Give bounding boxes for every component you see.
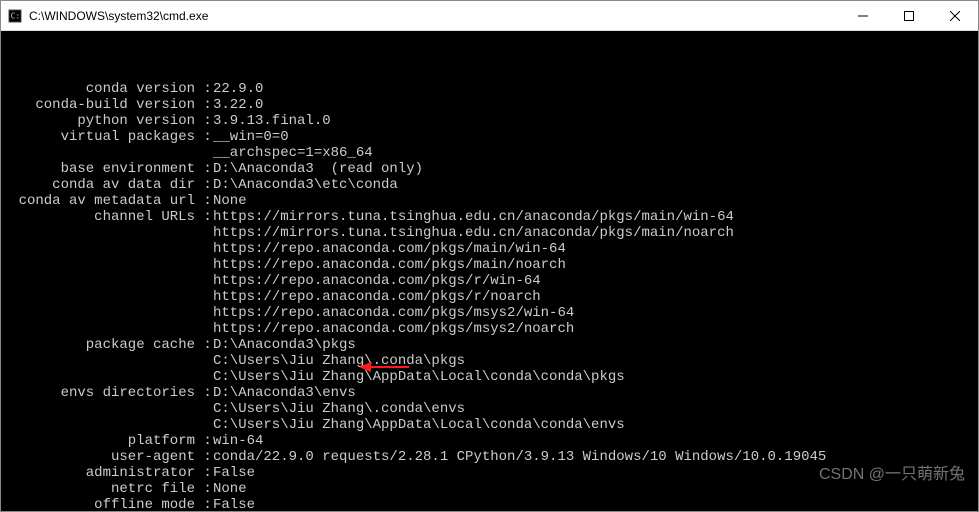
- terminal-line: https://repo.anaconda.com/pkgs/main/noar…: [5, 257, 974, 273]
- separator: :: [195, 81, 213, 97]
- info-value: conda/22.9.0 requests/2.28.1 CPython/3.9…: [213, 449, 826, 465]
- info-value: https://repo.anaconda.com/pkgs/msys2/win…: [213, 305, 574, 321]
- cmd-icon: C:: [7, 8, 23, 24]
- terminal-line: offline mode : False: [5, 497, 974, 511]
- info-label: channel URLs: [5, 209, 195, 225]
- separator: :: [195, 193, 213, 209]
- terminal-line: virtual packages : __win=0=0: [5, 129, 974, 145]
- info-value: https://repo.anaconda.com/pkgs/msys2/noa…: [213, 321, 574, 337]
- terminal-line: python version : 3.9.13.final.0: [5, 113, 974, 129]
- separator: :: [195, 209, 213, 225]
- info-value: None: [213, 481, 247, 497]
- separator: :: [195, 161, 213, 177]
- terminal-line: envs directories : D:\Anaconda3\envs: [5, 385, 974, 401]
- separator: :: [195, 337, 213, 353]
- info-value: __win=0=0: [213, 129, 289, 145]
- minimize-button[interactable]: [840, 1, 886, 30]
- terminal-line: C:\Users\Jiu Zhang\.conda\pkgs: [5, 353, 974, 369]
- terminal-line: channel URLs : https://mirrors.tuna.tsin…: [5, 209, 974, 225]
- separator: :: [195, 449, 213, 465]
- info-label: user-agent: [5, 449, 195, 465]
- info-label: offline mode: [5, 497, 195, 511]
- svg-text:C:: C:: [11, 11, 20, 20]
- terminal-line: https://mirrors.tuna.tsinghua.edu.cn/ana…: [5, 225, 974, 241]
- terminal-line: conda av data dir : D:\Anaconda3\etc\con…: [5, 177, 974, 193]
- info-value: https://repo.anaconda.com/pkgs/r/win-64: [213, 273, 541, 289]
- info-value: D:\Anaconda3\etc\conda: [213, 177, 398, 193]
- info-label: platform: [5, 433, 195, 449]
- titlebar: C: C:\WINDOWS\system32\cmd.exe: [1, 1, 978, 31]
- info-value: 22.9.0: [213, 81, 263, 97]
- terminal-line: conda-build version : 3.22.0: [5, 97, 974, 113]
- info-value: C:\Users\Jiu Zhang\.conda\envs: [213, 401, 465, 417]
- window-controls: [840, 1, 978, 30]
- info-label: python version: [5, 113, 195, 129]
- terminal-line: C:\Users\Jiu Zhang\.conda\envs: [5, 401, 974, 417]
- separator: :: [195, 385, 213, 401]
- info-label: conda av data dir: [5, 177, 195, 193]
- info-label: conda av metadata url: [5, 193, 195, 209]
- info-value: https://repo.anaconda.com/pkgs/main/win-…: [213, 241, 566, 257]
- info-value: __archspec=1=x86_64: [213, 145, 373, 161]
- info-label: conda version: [5, 81, 195, 97]
- info-value: False: [213, 497, 255, 511]
- terminal-line: package cache : D:\Anaconda3\pkgs: [5, 337, 974, 353]
- maximize-button[interactable]: [886, 1, 932, 30]
- terminal-line: https://repo.anaconda.com/pkgs/msys2/win…: [5, 305, 974, 321]
- terminal-line: administrator : False: [5, 465, 974, 481]
- terminal-line: C:\Users\Jiu Zhang\AppData\Local\conda\c…: [5, 369, 974, 385]
- info-value: D:\Anaconda3\pkgs: [213, 337, 356, 353]
- info-value: None: [213, 193, 247, 209]
- info-value: 3.22.0: [213, 97, 263, 113]
- info-label: envs directories: [5, 385, 195, 401]
- info-label: base environment: [5, 161, 195, 177]
- window-title: C:\WINDOWS\system32\cmd.exe: [29, 9, 840, 23]
- terminal-line: __archspec=1=x86_64: [5, 145, 974, 161]
- terminal-line: https://repo.anaconda.com/pkgs/msys2/noa…: [5, 321, 974, 337]
- terminal-line: netrc file : None: [5, 481, 974, 497]
- info-value: https://repo.anaconda.com/pkgs/main/noar…: [213, 257, 566, 273]
- separator: :: [195, 497, 213, 511]
- terminal-line: https://repo.anaconda.com/pkgs/r/win-64: [5, 273, 974, 289]
- info-label: package cache: [5, 337, 195, 353]
- info-value: https://repo.anaconda.com/pkgs/r/noarch: [213, 289, 541, 305]
- separator: :: [195, 465, 213, 481]
- info-value: C:\Users\Jiu Zhang\.conda\pkgs: [213, 353, 465, 369]
- info-label: conda-build version: [5, 97, 195, 113]
- separator: :: [195, 97, 213, 113]
- terminal-line: https://repo.anaconda.com/pkgs/main/win-…: [5, 241, 974, 257]
- separator: :: [195, 481, 213, 497]
- info-value: C:\Users\Jiu Zhang\AppData\Local\conda\c…: [213, 369, 625, 385]
- terminal-area[interactable]: conda version : 22.9.0conda-build versio…: [1, 31, 978, 511]
- separator: :: [195, 129, 213, 145]
- info-label: virtual packages: [5, 129, 195, 145]
- info-value: win-64: [213, 433, 263, 449]
- terminal-line: conda av metadata url : None: [5, 193, 974, 209]
- info-value: False: [213, 465, 255, 481]
- info-value: 3.9.13.final.0: [213, 113, 331, 129]
- info-value: D:\Anaconda3 (read only): [213, 161, 423, 177]
- terminal-line: conda version : 22.9.0: [5, 81, 974, 97]
- info-value: C:\Users\Jiu Zhang\AppData\Local\conda\c…: [213, 417, 625, 433]
- info-value: D:\Anaconda3\envs: [213, 385, 356, 401]
- info-label: netrc file: [5, 481, 195, 497]
- cmd-window: C: C:\WINDOWS\system32\cmd.exe conda ver…: [0, 0, 979, 512]
- separator: :: [195, 113, 213, 129]
- terminal-line: base environment : D:\Anaconda3 (read on…: [5, 161, 974, 177]
- terminal-line: C:\Users\Jiu Zhang\AppData\Local\conda\c…: [5, 417, 974, 433]
- terminal-line: https://repo.anaconda.com/pkgs/r/noarch: [5, 289, 974, 305]
- terminal-line: user-agent : conda/22.9.0 requests/2.28.…: [5, 449, 974, 465]
- terminal-line: platform : win-64: [5, 433, 974, 449]
- separator: :: [195, 433, 213, 449]
- info-value: https://mirrors.tuna.tsinghua.edu.cn/ana…: [213, 209, 734, 225]
- info-label: administrator: [5, 465, 195, 481]
- close-button[interactable]: [932, 1, 978, 30]
- info-value: https://mirrors.tuna.tsinghua.edu.cn/ana…: [213, 225, 734, 241]
- separator: :: [195, 177, 213, 193]
